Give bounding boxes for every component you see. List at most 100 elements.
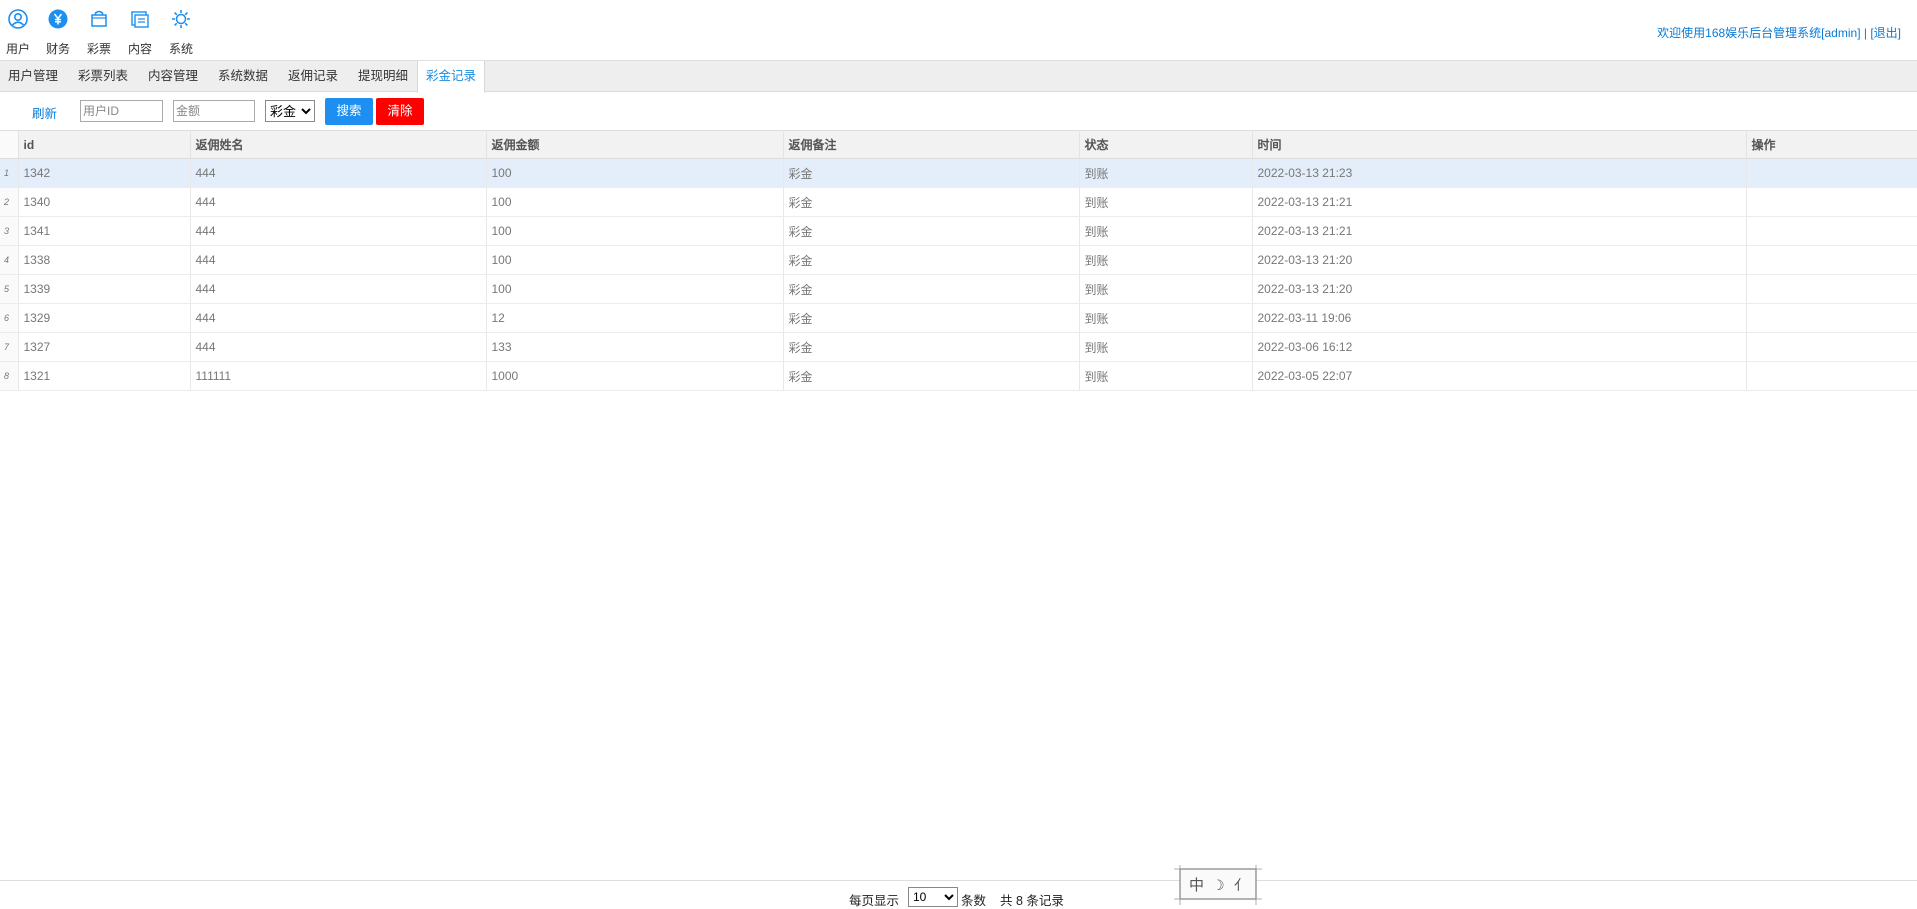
search-button[interactable]: 搜索 bbox=[325, 98, 373, 125]
user-icon bbox=[8, 9, 28, 29]
nav-lottery-label: 彩票 bbox=[86, 42, 111, 56]
tab-system-data[interactable]: 系统数据 bbox=[210, 61, 276, 92]
amount-input[interactable] bbox=[173, 100, 255, 122]
cell-amount: 100 bbox=[486, 158, 784, 188]
tab-content-management[interactable]: 内容管理 bbox=[140, 61, 206, 92]
cell-amount: 133 bbox=[486, 332, 784, 362]
header-amount[interactable]: 返佣金额 bbox=[486, 130, 784, 159]
stamp-char-3: ⺅ bbox=[1234, 878, 1248, 894]
row-number: 6 bbox=[0, 303, 19, 333]
cell-action bbox=[1746, 361, 1917, 391]
per-page-select[interactable]: 10 bbox=[908, 887, 958, 907]
table-row[interactable]: 6 1329 444 12 彩金 到账 2022-03-11 19:06 bbox=[0, 303, 1917, 333]
nav-content[interactable]: 内容 bbox=[122, 8, 158, 57]
user-id-input[interactable] bbox=[80, 100, 163, 122]
row-number: 4 bbox=[0, 245, 19, 275]
cell-id: 1342 bbox=[18, 158, 191, 188]
cell-name: 111111 bbox=[190, 361, 487, 391]
nav-content-label: 内容 bbox=[127, 42, 152, 56]
tab-withdraw-details[interactable]: 提现明细 bbox=[350, 61, 416, 92]
cell-note: 彩金 bbox=[783, 158, 1080, 188]
cell-id: 1339 bbox=[18, 274, 191, 304]
tab-bonus-records[interactable]: 彩金记录 bbox=[417, 61, 486, 93]
cell-status: 到账 bbox=[1079, 274, 1253, 304]
cell-status: 到账 bbox=[1079, 216, 1253, 246]
cell-time: 2022-03-13 21:20 bbox=[1252, 274, 1747, 304]
cell-time: 2022-03-05 22:07 bbox=[1252, 361, 1747, 391]
row-number: 1 bbox=[0, 158, 19, 188]
header-id[interactable]: id bbox=[18, 130, 191, 159]
table-row[interactable]: 4 1338 444 100 彩金 到账 2022-03-13 21:20 bbox=[0, 245, 1917, 275]
type-select[interactable]: 彩金 bbox=[265, 100, 315, 122]
row-number: 2 bbox=[0, 187, 19, 217]
cell-name: 444 bbox=[190, 216, 487, 246]
header-note[interactable]: 返佣备注 bbox=[783, 130, 1080, 159]
cell-amount: 100 bbox=[486, 187, 784, 217]
data-grid: id 返佣姓名 返佣金额 返佣备注 状态 时间 操作 1 1342 444 100 彩金… bbox=[0, 130, 1917, 391]
tab-lottery-list[interactable]: 彩票列表 bbox=[70, 61, 136, 92]
table-row[interactable]: 7 1327 444 133 彩金 到账 2022-03-06 16:12 bbox=[0, 332, 1917, 362]
cell-status: 到账 bbox=[1079, 361, 1253, 391]
cell-id: 1321 bbox=[18, 361, 191, 391]
cell-time: 2022-03-11 19:06 bbox=[1252, 303, 1747, 333]
cell-note: 彩金 bbox=[783, 274, 1080, 304]
nav-user[interactable]: 用户 bbox=[0, 8, 36, 57]
nav-finance-label: 财务 bbox=[45, 42, 70, 56]
header-status[interactable]: 状态 bbox=[1079, 130, 1253, 159]
cell-amount: 100 bbox=[486, 245, 784, 275]
content-icon bbox=[131, 11, 149, 28]
cell-status: 到账 bbox=[1079, 158, 1253, 188]
table-row[interactable]: 2 1340 444 100 彩金 到账 2022-03-13 21:21 bbox=[0, 187, 1917, 217]
cell-time: 2022-03-13 21:20 bbox=[1252, 245, 1747, 275]
gear-icon bbox=[172, 10, 190, 28]
cell-status: 到账 bbox=[1079, 187, 1253, 217]
cell-name: 444 bbox=[190, 187, 487, 217]
ime-stamp-icon: 中 ☽ ⺅ bbox=[1174, 865, 1262, 905]
table-row[interactable]: 8 1321 111111 1000 彩金 到账 2022-03-05 22:07 bbox=[0, 361, 1917, 391]
cell-name: 444 bbox=[190, 245, 487, 275]
header-time[interactable]: 时间 bbox=[1252, 130, 1747, 159]
table-header-row: id 返佣姓名 返佣金额 返佣备注 状态 时间 操作 bbox=[0, 130, 1917, 159]
header-action[interactable]: 操作 bbox=[1746, 130, 1917, 159]
yen-icon bbox=[48, 9, 68, 29]
tab-bar: 用户管理 彩票列表 内容管理 系统数据 返佣记录 提现明细 彩金记录 bbox=[0, 60, 1917, 93]
cell-amount: 100 bbox=[486, 274, 784, 304]
cell-status: 到账 bbox=[1079, 303, 1253, 333]
cell-id: 1341 bbox=[18, 216, 191, 246]
cell-name: 444 bbox=[190, 332, 487, 362]
table-row[interactable]: 5 1339 444 100 彩金 到账 2022-03-13 21:20 bbox=[0, 274, 1917, 304]
clear-button[interactable]: 清除 bbox=[376, 98, 424, 125]
nav-lottery[interactable]: 彩票 bbox=[81, 8, 117, 57]
table-body: 1 1342 444 100 彩金 到账 2022-03-13 21:23 2 1340 444 1… bbox=[0, 158, 1917, 391]
table-row[interactable]: 3 1341 444 100 彩金 到账 2022-03-13 21:21 bbox=[0, 216, 1917, 246]
cell-action bbox=[1746, 187, 1917, 217]
logout-link[interactable]: [退出] bbox=[1870, 26, 1901, 40]
cell-action bbox=[1746, 303, 1917, 333]
header-name[interactable]: 返佣姓名 bbox=[190, 130, 487, 159]
stamp-char-2: ☽ bbox=[1212, 878, 1225, 894]
cell-action bbox=[1746, 216, 1917, 246]
cell-time: 2022-03-13 21:21 bbox=[1252, 187, 1747, 217]
refresh-button[interactable]: 刷新 bbox=[32, 103, 57, 122]
table-row[interactable]: 1 1342 444 100 彩金 到账 2022-03-13 21:23 bbox=[0, 158, 1917, 188]
per-page-unit: 条数 bbox=[961, 894, 987, 908]
bag-icon bbox=[91, 10, 107, 27]
top-nav: 用户 财务 彩票 内容 系统 欢迎使用168娱乐后台管理系统[admin] | bbox=[0, 0, 1917, 60]
per-page-label: 每页显示 bbox=[849, 894, 900, 908]
row-number: 8 bbox=[0, 361, 19, 391]
cell-action bbox=[1746, 245, 1917, 275]
tab-rebate-records[interactable]: 返佣记录 bbox=[280, 61, 346, 92]
cell-id: 1327 bbox=[18, 332, 191, 362]
nav-finance[interactable]: 财务 bbox=[40, 8, 76, 57]
tab-user-management[interactable]: 用户管理 bbox=[0, 61, 66, 92]
stamp-char-1: 中 bbox=[1189, 876, 1204, 894]
cell-status: 到账 bbox=[1079, 245, 1253, 275]
cell-time: 2022-03-13 21:23 bbox=[1252, 158, 1747, 188]
cell-time: 2022-03-06 16:12 bbox=[1252, 332, 1747, 362]
nav-system-label: 系统 bbox=[168, 42, 193, 56]
cell-action bbox=[1746, 158, 1917, 188]
nav-system[interactable]: 系统 bbox=[163, 8, 199, 57]
cell-status: 到账 bbox=[1079, 332, 1253, 362]
records-table: id 返佣姓名 返佣金额 返佣备注 状态 时间 操作 1 1342 444 100 彩金… bbox=[0, 130, 1917, 391]
cell-note: 彩金 bbox=[783, 303, 1080, 333]
